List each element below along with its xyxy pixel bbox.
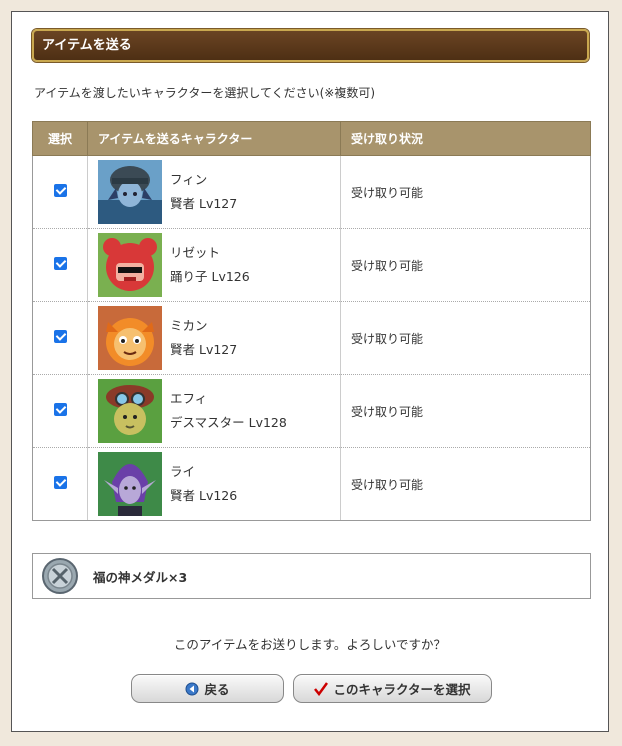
table-row: リゼット踊り子 Lv126 受け取り可能 xyxy=(32,228,591,302)
character-name: エフィ xyxy=(170,391,208,406)
character-name: ライ xyxy=(170,464,196,479)
table-row: ミカン賢者 Lv127 受け取り可能 xyxy=(32,301,591,375)
character-portrait-mikan-icon xyxy=(98,306,162,370)
character-name: フィン xyxy=(170,172,208,187)
header-select: 選択 xyxy=(32,121,88,156)
section-title: アイテムを送る xyxy=(32,29,589,62)
receive-status: 受け取り可能 xyxy=(340,374,591,448)
table-header-row: 選択 アイテムを送るキャラクター 受け取り状況 xyxy=(32,121,591,156)
back-button-label: 戻る xyxy=(204,682,230,697)
receive-status: 受け取り可能 xyxy=(340,155,591,229)
character-portrait-fin-icon xyxy=(98,160,162,224)
header-character: アイテムを送るキャラクター xyxy=(87,121,341,156)
character-name: ミカン xyxy=(170,318,208,333)
confirm-text: このアイテムをお送りします。よろしいですか？ xyxy=(173,637,447,652)
character-name: リゼット xyxy=(170,245,221,260)
character-portrait-efi-icon xyxy=(98,379,162,443)
receive-status: 受け取り可能 xyxy=(340,228,591,302)
select-character-button-label: このキャラクターを選択 xyxy=(333,682,471,697)
main-panel: アイテムを送る アイテムを渡したいキャラクターを選択してください(※複数可) 選… xyxy=(11,11,609,732)
medal-icon xyxy=(42,558,78,594)
character-checkbox[interactable] xyxy=(53,257,67,270)
character-checkbox[interactable] xyxy=(53,184,67,197)
character-checkbox[interactable] xyxy=(53,330,67,343)
character-checkbox[interactable] xyxy=(53,476,67,489)
back-arrow-icon xyxy=(185,682,199,695)
instruction-text: アイテムを渡したいキャラクターを選択してください(※複数可) xyxy=(34,86,376,100)
character-job-level: 賢者 Lv126 xyxy=(170,488,238,503)
receive-status: 受け取り可能 xyxy=(340,447,591,521)
checkmark-icon xyxy=(314,681,329,696)
header-status: 受け取り状況 xyxy=(340,121,591,156)
back-button[interactable]: 戻る xyxy=(131,674,284,703)
item-name: 福の神メダル×3 xyxy=(93,569,188,585)
character-table: 選択 アイテムを送るキャラクター 受け取り状況 フィン賢者 Lv127 受け取り… xyxy=(32,121,591,521)
character-job-level: 賢者 Lv127 xyxy=(170,342,238,357)
table-row: ライ賢者 Lv126 受け取り可能 xyxy=(32,447,591,521)
item-box: 福の神メダル×3 xyxy=(32,553,591,599)
character-job-level: 賢者 Lv127 xyxy=(170,196,238,211)
character-job-level: 踊り子 Lv126 xyxy=(170,269,250,284)
table-row: フィン賢者 Lv127 受け取り可能 xyxy=(32,155,591,229)
character-portrait-lizette-icon xyxy=(98,233,162,297)
character-job-level: デスマスター Lv128 xyxy=(170,415,287,430)
select-character-button[interactable]: このキャラクターを選択 xyxy=(293,674,492,703)
character-checkbox[interactable] xyxy=(53,403,67,416)
table-row: エフィデスマスター Lv128 受け取り可能 xyxy=(32,374,591,448)
character-portrait-rai-icon xyxy=(98,452,162,516)
receive-status: 受け取り可能 xyxy=(340,301,591,375)
